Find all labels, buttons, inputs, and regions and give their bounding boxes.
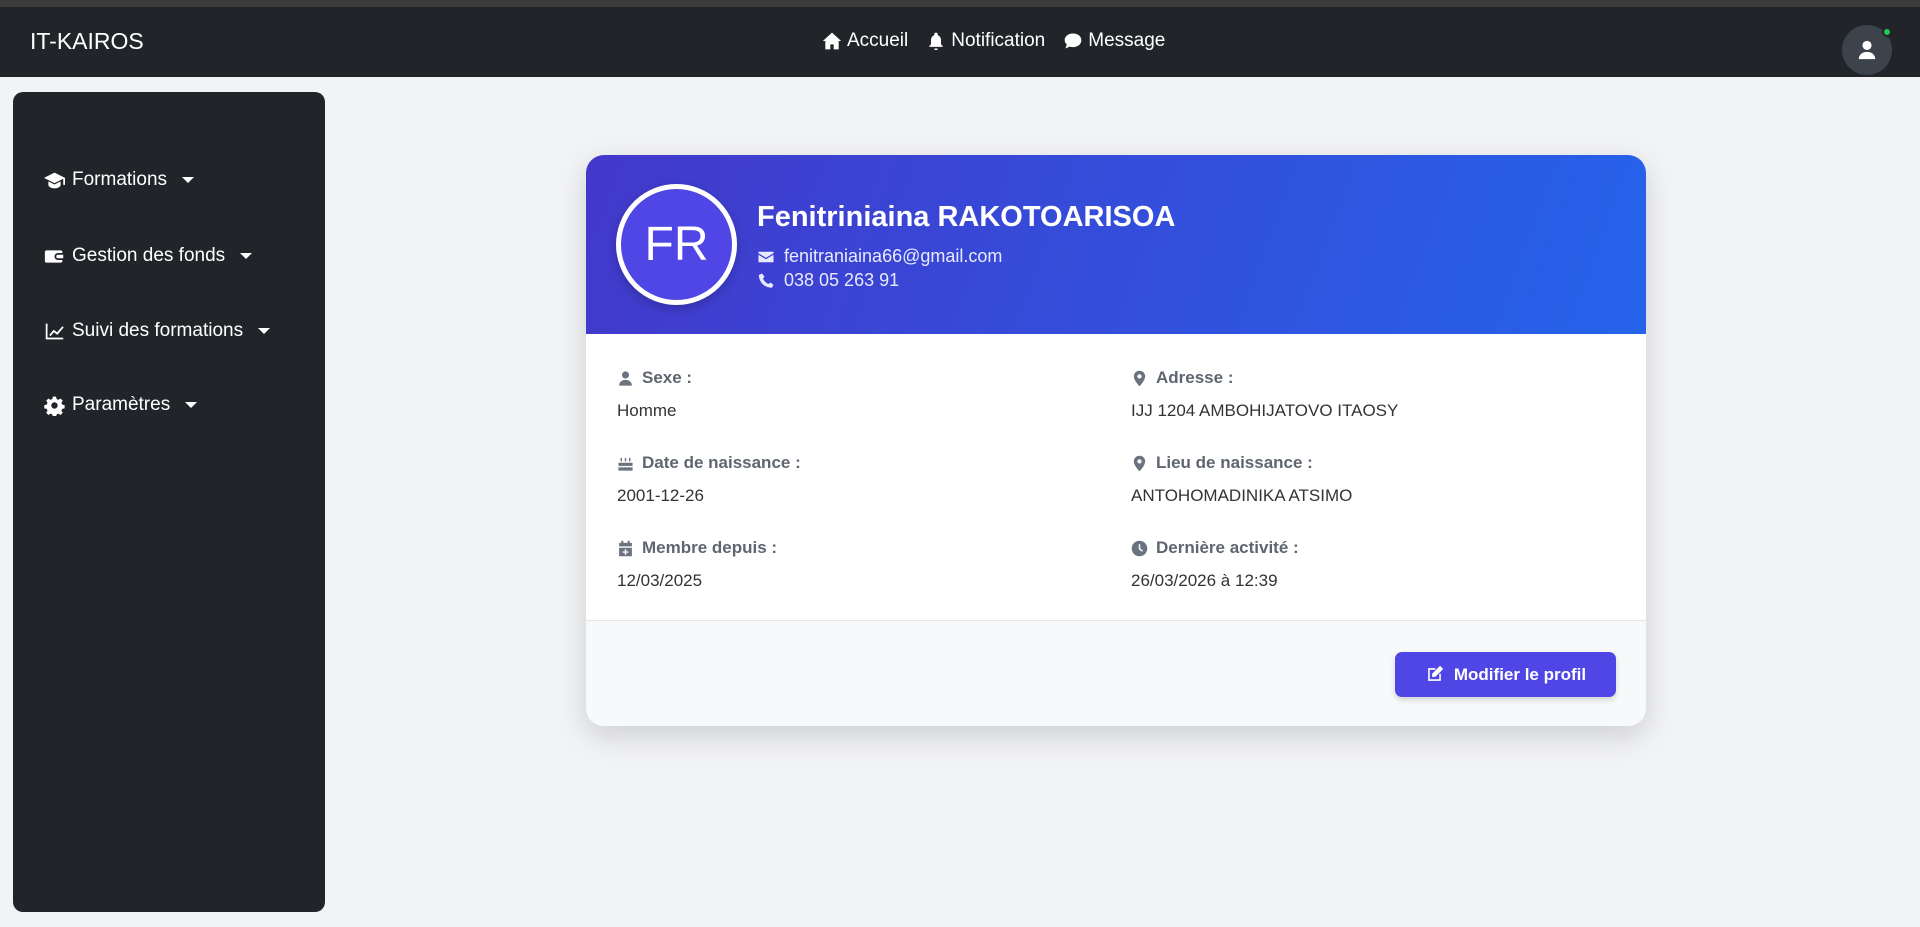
profile-footer: Modifier le profil (586, 620, 1646, 726)
user-icon (1858, 40, 1876, 60)
profile-email: fenitraniaina66@gmail.com (757, 246, 1002, 267)
profile-phone: 038 05 263 91 (757, 270, 899, 291)
comment-icon (1064, 33, 1082, 49)
caret-down-icon (240, 253, 253, 259)
field-value: 12/03/2025 (617, 571, 703, 590)
nav-accueil-label: Accueil (847, 30, 909, 51)
birthday-cake-icon (618, 457, 633, 471)
edit-profile-label: Modifier le profil (1453, 664, 1587, 684)
sidebar-item-parametres[interactable]: Paramètres (44, 394, 198, 416)
envelope-icon (758, 251, 774, 262)
field-date-naissance: Date de naissance : 2001-12-26 (617, 453, 801, 506)
nav-notification[interactable]: Notification (926, 30, 1045, 52)
profile-avatar: FR (616, 184, 737, 305)
field-label: Sexe : (642, 368, 693, 387)
sidebar-item-formations[interactable]: Formations (44, 169, 195, 191)
wallet-icon (44, 249, 64, 263)
window-top-strip (0, 0, 1920, 7)
edit-profile-button[interactable]: Modifier le profil (1395, 652, 1616, 697)
field-label: Adresse : (1156, 368, 1234, 387)
chart-line-icon (45, 323, 64, 339)
field-derniere-activite: Dernière activité : 26/03/2026 à 12:39 (1131, 538, 1299, 591)
brand[interactable]: IT-KAIROS (30, 28, 144, 55)
sidebar-item-label: Gestion des fonds (72, 245, 226, 266)
field-label: Lieu de naissance : (1156, 453, 1313, 472)
field-label: Membre depuis : (642, 538, 778, 557)
gear-icon (44, 396, 65, 416)
online-status-dot (1882, 27, 1892, 37)
map-marker-icon (1133, 370, 1146, 386)
map-marker-icon (1133, 455, 1146, 471)
nav-notification-label: Notification (951, 30, 1046, 51)
profile-card: FR Fenitriniaina RAKOTOARISOA fenitrania… (586, 155, 1646, 726)
profile-phone-text: 038 05 263 91 (784, 270, 900, 290)
user-icon (619, 370, 632, 386)
edit-icon (1428, 665, 1444, 681)
graduation-cap-icon (44, 172, 65, 188)
caret-down-icon (182, 177, 195, 183)
sidebar-item-label: Formations (72, 169, 168, 190)
home-icon (822, 32, 842, 50)
clock-icon (1131, 540, 1148, 556)
field-lieu-naissance: Lieu de naissance : ANTOHOMADINIKA ATSIM… (1131, 453, 1352, 506)
profile-header: FR Fenitriniaina RAKOTOARISOA fenitrania… (586, 155, 1646, 334)
field-value: 26/03/2026 à 12:39 (1131, 571, 1278, 590)
sidebar-item-label: Paramètres (72, 394, 171, 415)
calendar-plus-icon (619, 540, 632, 556)
field-value: Homme (617, 401, 677, 420)
sidebar: Formations Gestion des fonds Suivi des f… (13, 92, 325, 912)
nav-accueil[interactable]: Accueil (822, 30, 908, 52)
nav-message-label: Message (1088, 30, 1166, 51)
profile-name: Fenitriniaina RAKOTOARISOA (757, 201, 1176, 233)
caret-down-icon (185, 402, 198, 408)
navbar: IT-KAIROS Accueil Notification Message (0, 7, 1920, 77)
phone-icon (758, 273, 774, 288)
field-value: IJJ 1204 AMBOHIJATOVO ITAOSY (1131, 401, 1399, 420)
nav-message[interactable]: Message (1063, 30, 1165, 52)
field-label: Dernière activité : (1156, 538, 1299, 557)
field-value: ANTOHOMADINIKA ATSIMO (1131, 486, 1353, 505)
field-sexe: Sexe : Homme (617, 368, 692, 421)
caret-down-icon (258, 328, 271, 334)
sidebar-item-suivi-des-formations[interactable]: Suivi des formations (44, 320, 271, 342)
nav-links: Accueil Notification Message (822, 30, 1165, 52)
field-label: Date de naissance : (642, 453, 801, 472)
sidebar-item-label: Suivi des formations (72, 320, 244, 341)
field-adresse: Adresse : IJJ 1204 AMBOHIJATOVO ITAOSY (1131, 368, 1398, 421)
sidebar-item-gestion-des-fonds[interactable]: Gestion des fonds (44, 245, 253, 267)
profile-email-text: fenitraniaina66@gmail.com (784, 246, 1003, 266)
bell-icon (929, 32, 943, 51)
field-value: 2001-12-26 (617, 486, 704, 505)
field-membre-depuis: Membre depuis : 12/03/2025 (617, 538, 777, 591)
